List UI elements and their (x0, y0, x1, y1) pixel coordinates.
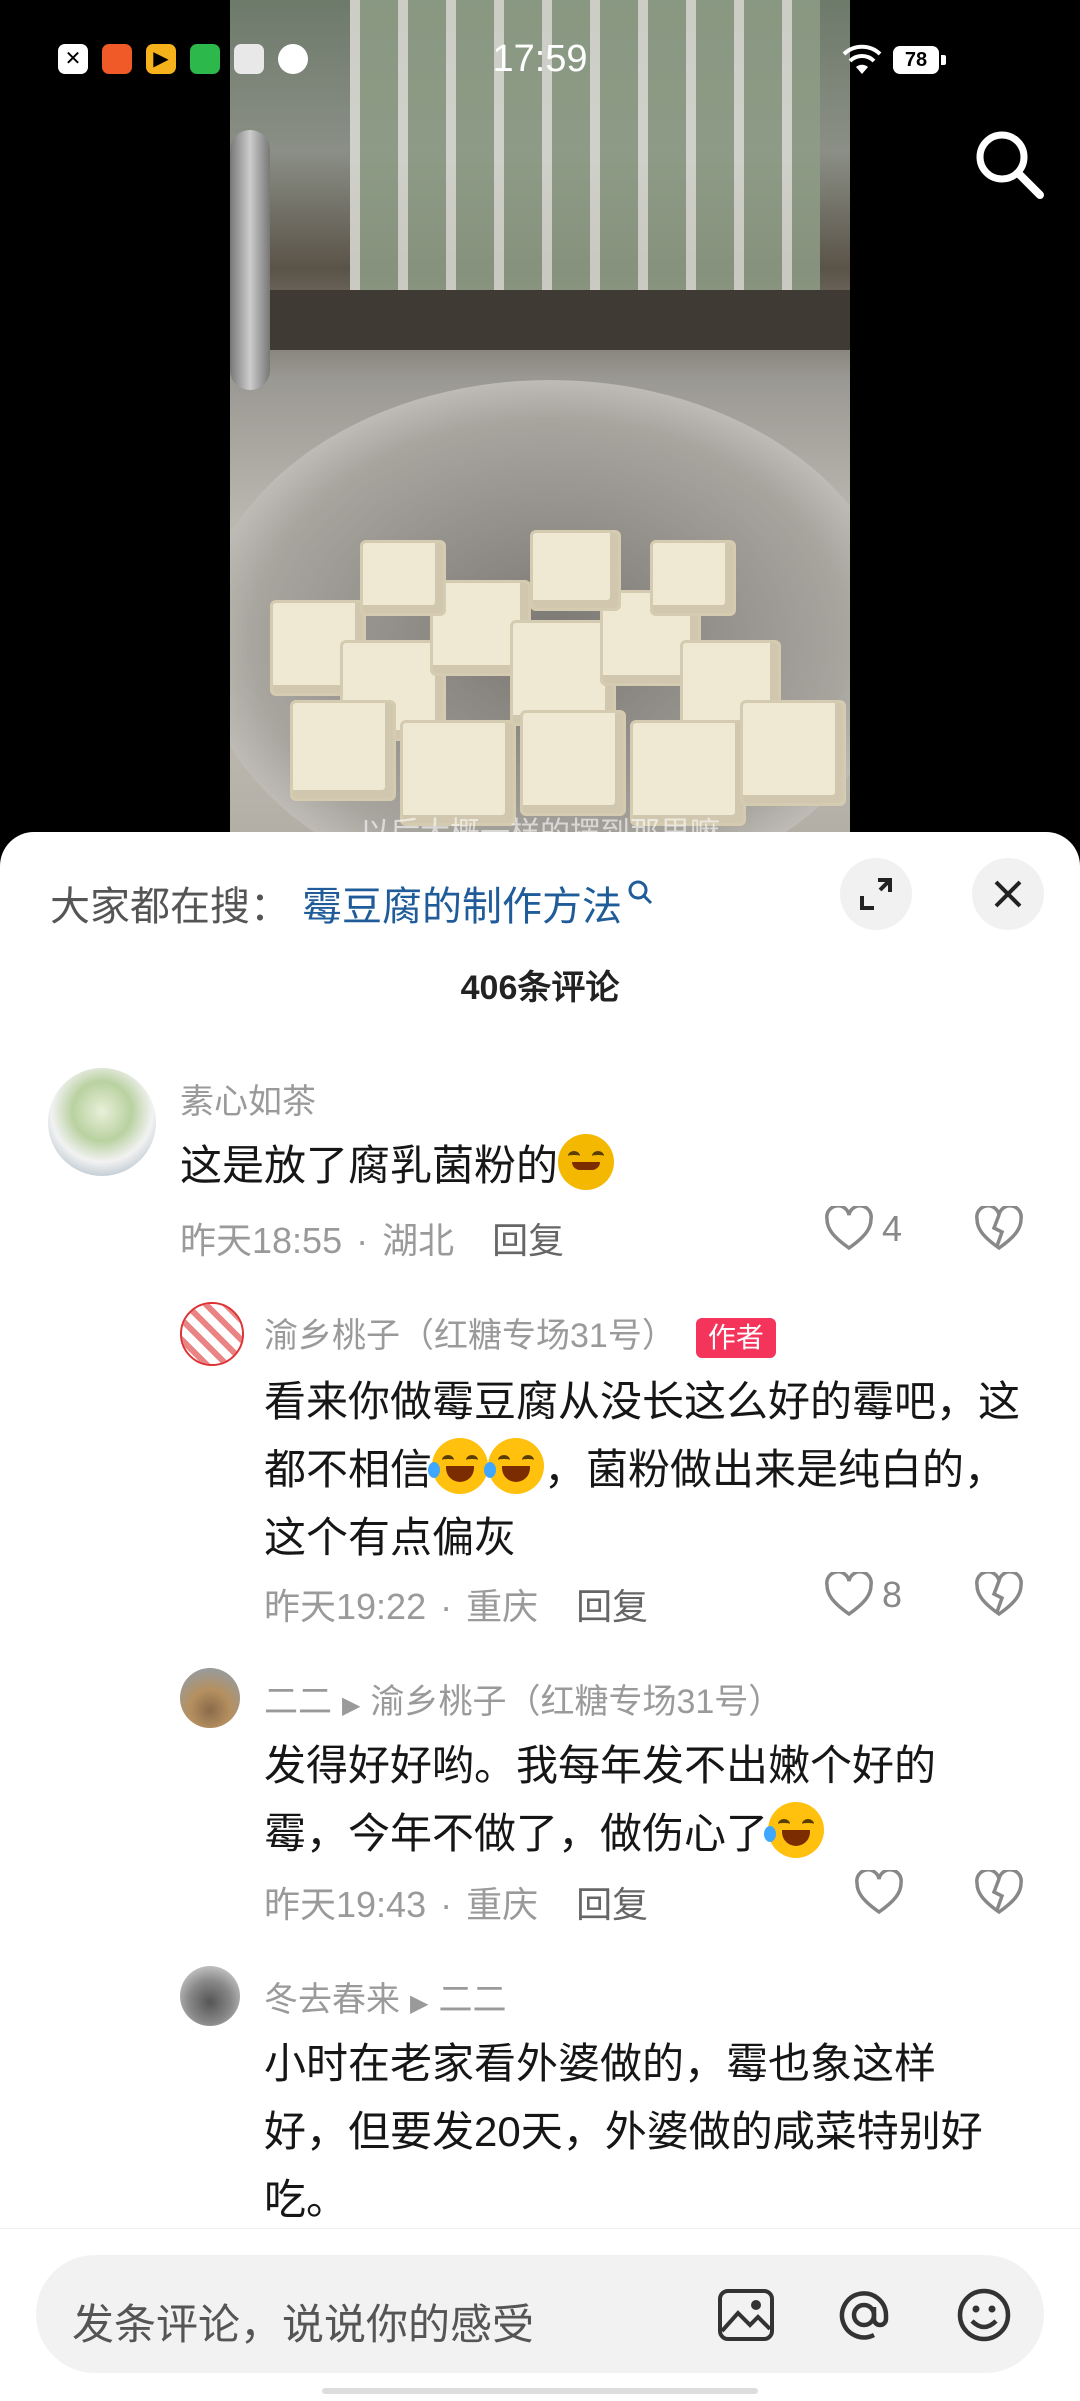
comment-location: 重庆 (466, 1884, 539, 1925)
search-term-icon (628, 880, 653, 905)
wifi-icon (842, 44, 882, 74)
avatar[interactable] (180, 1966, 240, 2026)
comment-meta: 昨天19:43 · 重庆 回复 (264, 1884, 649, 1925)
reply-arrow-icon: ▶ (410, 1990, 429, 2017)
author-badge: 作者 (695, 1318, 776, 1359)
expand-icon (860, 878, 892, 910)
comment-author-name: 渝乡桃子（红糖专场31号） (264, 1317, 676, 1355)
video-player[interactable]: 以后大概一样的摆到那里嘛 (0, 0, 1080, 840)
like-button[interactable] (854, 1870, 904, 1916)
search-icon[interactable] (970, 125, 1048, 203)
like-count: 8 (882, 1574, 903, 1615)
comment-input-bar: 发条评论，说说你的感受 (0, 2228, 1080, 2401)
home-indicator[interactable] (322, 2388, 758, 2394)
trending-search[interactable]: 大家都在搜： 霉豆腐的制作方法 (50, 868, 654, 938)
avatar[interactable] (180, 1302, 244, 1366)
comment-location: 重庆 (466, 1586, 539, 1627)
heart-icon (855, 1870, 903, 1915)
comment-text: 发得好好哟。我每年发不出嫩个好的霉，今年不做了，做伤心了 (264, 1732, 994, 1868)
avatar[interactable] (180, 1668, 240, 1728)
comment-text: 看来你做霉豆腐从没长这么好的霉吧，这都不相信 ，菌粉做出来是纯白的，这个有点偏灰 (264, 1368, 1034, 1572)
comment-text-content: 这是放了腐乳菌粉的 (180, 1142, 559, 1189)
comment-author[interactable]: 素心如茶 (180, 1074, 316, 1123)
comment-input[interactable]: 发条评论，说说你的感受 (36, 2255, 1044, 2373)
reply-to-name: 渝乡桃子（红糖专场31号） (370, 1683, 783, 1721)
dislike-icon[interactable] (974, 1572, 1024, 1618)
video-faucet (230, 130, 270, 390)
trending-search-term[interactable]: 霉豆腐的制作方法 (302, 874, 622, 932)
tears-of-joy-emoji-icon (428, 1438, 489, 1494)
video-window-sill (230, 290, 850, 350)
reply-to-name: 二二 (438, 1981, 507, 2019)
comment-count: 406条评论 (460, 969, 620, 1007)
comment-author-name: 冬去春来 (264, 1981, 400, 2019)
comment-meta: 昨天18:55 · 湖北 回复 (180, 1220, 565, 1261)
expand-button[interactable] (840, 858, 912, 930)
comment-time: 昨天19:43 (264, 1884, 427, 1925)
like-button[interactable]: 4 (824, 1206, 902, 1252)
heart-icon (825, 1206, 873, 1251)
emoji-icon[interactable] (954, 2287, 1014, 2343)
mention-icon[interactable] (834, 2287, 894, 2343)
crying-laugh-emoji-icon (764, 1802, 825, 1858)
reply-button[interactable]: 回复 (576, 1586, 648, 1627)
comment-input-placeholder: 发条评论，说说你的感受 (72, 2301, 535, 2348)
comment-location: 湖北 (382, 1220, 455, 1261)
comment-author-name: 二二 (264, 1683, 332, 1721)
tofu-cube (530, 530, 621, 611)
reply-button[interactable]: 回复 (492, 1220, 564, 1261)
status-bar: ✕ ▶ 17:59 78 (0, 0, 1080, 120)
close-button[interactable] (972, 858, 1044, 930)
comment-time: 昨天19:22 (264, 1586, 427, 1627)
trending-search-prefix: 大家都在搜： (50, 885, 290, 929)
tears-of-joy-emoji-icon (484, 1438, 545, 1494)
image-icon[interactable] (716, 2287, 776, 2343)
reply-arrow-icon: ▶ (342, 1692, 361, 1719)
comment-time: 昨天18:55 (180, 1220, 343, 1261)
tofu-cube (520, 710, 626, 816)
video-frame: 以后大概一样的摆到那里嘛 (230, 0, 850, 840)
heart-icon (825, 1572, 873, 1617)
comment-text: 小时在老家看外婆做的，霉也象这样好，但要发20天，外婆做的咸菜特别好吃。 (264, 2040, 983, 2223)
comment-author[interactable]: 渝乡桃子（红糖专场31号） 作者 (264, 1308, 776, 1359)
comment-author[interactable]: 冬去春来 ▶ 二二 (264, 1972, 506, 2021)
comment-text: 这是放了腐乳菌粉的 (180, 1132, 980, 1200)
comment-author[interactable]: 二二 ▶ 渝乡桃子（红糖专场31号） (264, 1674, 782, 1723)
close-icon (994, 880, 1022, 908)
smirk-emoji-icon (558, 1134, 615, 1190)
reply-button[interactable]: 回复 (576, 1884, 648, 1925)
like-button[interactable]: 8 (824, 1572, 902, 1618)
battery-indicator: 78 (893, 46, 946, 74)
dislike-icon[interactable] (974, 1206, 1024, 1252)
comment-meta: 昨天19:22 · 重庆 回复 (264, 1586, 649, 1627)
tofu-cube (650, 540, 736, 616)
tofu-cube (290, 700, 396, 801)
tofu-cube (360, 540, 446, 616)
comment-text-content: 发得好好哟。我每年发不出嫩个好的霉，今年不做了，做伤心了 (264, 1742, 937, 1857)
dislike-icon[interactable] (974, 1870, 1024, 1916)
avatar[interactable] (48, 1068, 156, 1176)
comment-sheet: 大家都在搜： 霉豆腐的制作方法 406条评论 素心如茶 这是放了腐乳菌粉的 昨天… (0, 832, 1080, 2400)
like-count: 4 (882, 1208, 903, 1249)
tofu-cube (740, 700, 846, 806)
